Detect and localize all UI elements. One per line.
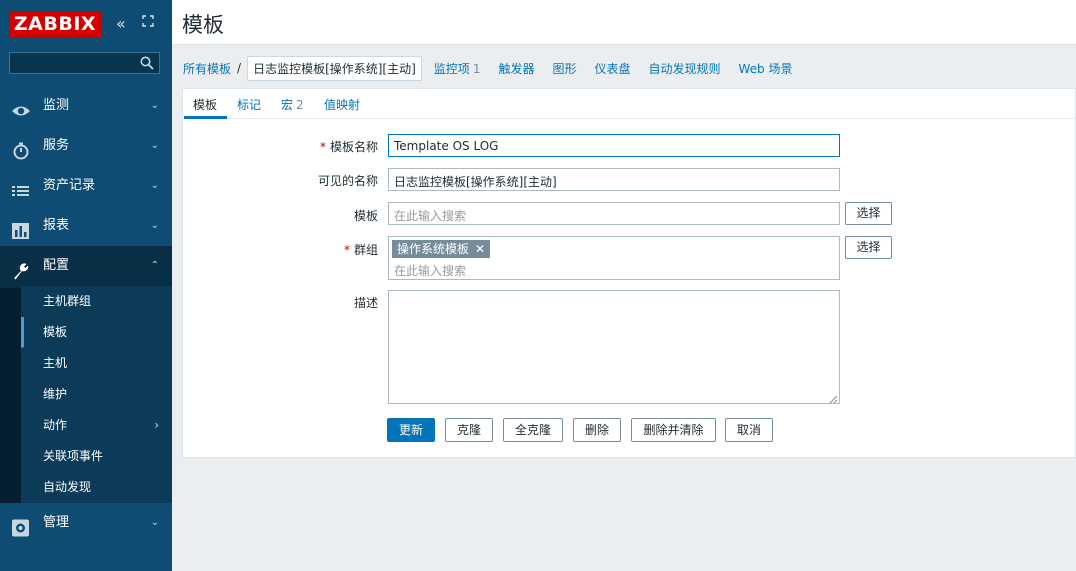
nav-items-count: 1	[472, 61, 481, 76]
template-name-label-text: 模板名称	[329, 140, 378, 154]
delete-and-clear-button[interactable]: 删除并清除	[631, 418, 716, 442]
configuration-submenu: 主机群组 模板 主机 维护 动作 › 关联项事件 自动发现	[0, 286, 172, 503]
wrench-icon	[11, 257, 31, 280]
cancel-button[interactable]: 取消	[725, 418, 773, 442]
menu-label: 管理	[43, 515, 70, 530]
template-name-input[interactable]: Template OS LOG	[388, 134, 840, 157]
breadcrumb-separator: /	[237, 61, 242, 75]
bar-chart-icon	[11, 217, 31, 239]
kiosk-mode-icon[interactable]	[142, 15, 154, 27]
logo-row: ZABBIX «	[0, 0, 172, 48]
sidebar: ZABBIX « 监测 ⌄ 服务 ⌄ 资产记录 ⌄ 报表 ⌄ 配置 ⌃ 主机群组…	[0, 0, 172, 571]
full-clone-button[interactable]: 全克隆	[503, 418, 563, 442]
submenu-gutter	[0, 288, 21, 503]
list-icon	[11, 177, 31, 196]
chevron-down-icon: ⌄	[150, 220, 159, 231]
update-button[interactable]: 更新	[387, 418, 435, 442]
templates-placeholder: 在此输入搜索	[394, 209, 467, 223]
visible-name-input[interactable]: 日志监控模板[操作系统][主动]	[388, 168, 840, 191]
active-tab-indicator	[184, 116, 227, 119]
main-menu: 监测 ⌄ 服务 ⌄ 资产记录 ⌄ 报表 ⌄ 配置 ⌃ 主机群组 模板 主机 维护…	[0, 86, 172, 543]
form-tabs: 模板 标记 宏2 值映射	[183, 89, 1076, 119]
breadcrumb-current-template[interactable]: 日志监控模板[操作系统][主动]	[247, 55, 422, 81]
required-mark: *	[319, 140, 326, 154]
groups-placeholder: 在此输入搜索	[394, 264, 467, 278]
tab-tags[interactable]: 标记	[237, 96, 261, 113]
resize-handle-icon[interactable]	[829, 393, 838, 404]
template-nav: 所有模板 / 日志监控模板[操作系统][主动] 监控项 1 触发器 图形 仪表盘 …	[183, 55, 811, 81]
chevron-right-icon: ›	[154, 418, 159, 432]
chevron-up-icon: ⌃	[150, 260, 159, 271]
template-form-panel: 模板 标记 宏2 值映射 * 模板名称 Template OS LOG 可见的名称…	[182, 88, 1076, 458]
menu-label: 监测	[43, 98, 70, 113]
required-mark: *	[343, 243, 350, 257]
delete-button[interactable]: 删除	[573, 418, 621, 442]
menu-administration[interactable]: 管理 ⌄	[0, 503, 172, 543]
templates-label: 模板	[353, 209, 378, 223]
nav-items[interactable]: 监控项 1	[434, 60, 481, 77]
groups-label: * 群组	[188, 241, 378, 258]
tab-macros[interactable]: 宏2	[281, 96, 304, 113]
description-textarea[interactable]	[388, 290, 840, 404]
eye-icon	[11, 97, 31, 116]
remove-tag-icon[interactable]: ✕	[475, 242, 485, 256]
chevron-down-icon: ⌄	[150, 517, 159, 528]
submenu-event-correlation[interactable]: 关联项事件	[21, 441, 172, 472]
groups-multiselect[interactable]: 操作系统模板 ✕ 在此输入搜索	[388, 236, 840, 280]
menu-configuration[interactable]: 配置 ⌃	[0, 246, 172, 286]
collapse-sidebar-icon[interactable]: «	[116, 14, 126, 33]
group-tag-label: 操作系统模板	[397, 242, 470, 256]
nav-triggers[interactable]: 触发器	[498, 60, 534, 77]
submenu-hosts[interactable]: 主机	[21, 348, 172, 379]
nav-dashboards[interactable]: 仪表盘	[594, 60, 630, 77]
menu-reports[interactable]: 报表 ⌄	[0, 206, 172, 246]
page-title: 模板	[182, 13, 224, 37]
stopwatch-icon	[11, 137, 31, 160]
templates-multiselect-input[interactable]: 在此输入搜索	[388, 202, 840, 225]
menu-label: 资产记录	[43, 178, 96, 193]
chevron-down-icon: ⌄	[150, 100, 159, 111]
submenu-templates[interactable]: 模板	[21, 317, 172, 348]
nav-items-label: 监控项	[433, 61, 470, 76]
menu-label: 报表	[43, 218, 70, 233]
groups-select-button[interactable]: 选择	[845, 236, 892, 259]
templates-select-button[interactable]: 选择	[845, 202, 892, 225]
menu-label: 服务	[43, 138, 70, 153]
template-name-label: * 模板名称	[188, 138, 378, 155]
menu-label: 配置	[43, 258, 70, 273]
breadcrumb-all-templates[interactable]: 所有模板	[183, 60, 231, 77]
menu-inventory[interactable]: 资产记录 ⌄	[0, 166, 172, 206]
tab-value-mapping[interactable]: 值映射	[324, 96, 360, 113]
submenu-label: 动作	[43, 418, 68, 432]
visible-name-label: 可见的名称	[317, 174, 378, 188]
submenu-host-groups[interactable]: 主机群组	[21, 286, 172, 317]
tab-macros-count: 2	[296, 98, 304, 112]
search-icon[interactable]	[140, 56, 154, 70]
sidebar-search-input[interactable]	[9, 52, 160, 74]
menu-services[interactable]: 服务 ⌄	[0, 126, 172, 166]
submenu-maintenance[interactable]: 维护	[21, 379, 172, 410]
clone-button[interactable]: 克隆	[445, 418, 493, 442]
tab-macros-label: 宏	[281, 98, 294, 112]
gear-icon	[11, 514, 31, 537]
menu-monitoring[interactable]: 监测 ⌄	[0, 86, 172, 126]
submenu-discovery[interactable]: 自动发现	[21, 472, 172, 503]
tab-template[interactable]: 模板	[193, 96, 217, 113]
nav-web-scenarios[interactable]: Web 场景	[739, 60, 793, 77]
page-header: 模板	[172, 0, 1076, 45]
description-label: 描述	[353, 296, 378, 310]
chevron-down-icon: ⌄	[150, 140, 159, 151]
chevron-down-icon: ⌄	[150, 180, 159, 191]
submenu-actions[interactable]: 动作 ›	[21, 410, 172, 441]
groups-label-text: 群组	[353, 243, 378, 257]
nav-discovery-rules[interactable]: 自动发现规则	[649, 60, 721, 77]
nav-graphs[interactable]: 图形	[552, 60, 576, 77]
zabbix-logo[interactable]: ZABBIX	[9, 11, 101, 37]
group-tag[interactable]: 操作系统模板 ✕	[392, 240, 491, 258]
